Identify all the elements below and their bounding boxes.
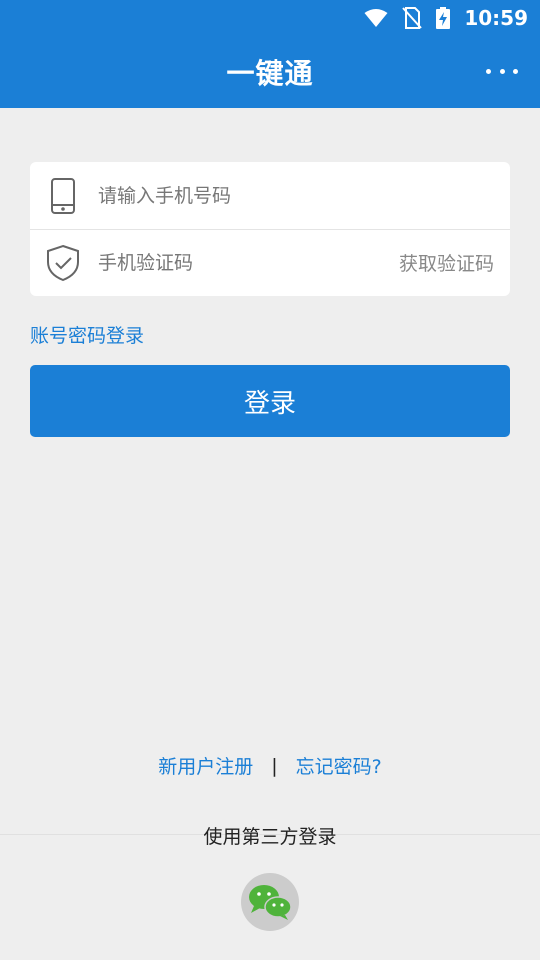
phone-icon	[30, 177, 96, 215]
register-link[interactable]: 新用户注册	[158, 752, 253, 779]
wechat-icon	[249, 885, 292, 920]
app-header: 10:59 一键通	[0, 0, 540, 108]
wechat-login-button[interactable]	[241, 873, 299, 931]
forgot-password-link[interactable]: 忘记密码?	[296, 752, 382, 779]
link-separator: |	[271, 754, 278, 777]
wifi-icon	[364, 9, 388, 27]
status-bar: 10:59	[0, 0, 540, 36]
third-party-login-label: 使用第三方登录	[203, 826, 337, 848]
login-button[interactable]: 登录	[30, 365, 510, 437]
status-time: 10:59	[464, 6, 528, 30]
phone-input[interactable]	[96, 183, 510, 208]
more-options-icon[interactable]	[486, 66, 518, 76]
verification-code-input[interactable]	[96, 250, 399, 275]
shield-check-icon	[30, 244, 96, 282]
login-form-card: 获取验证码	[30, 162, 510, 296]
get-code-button[interactable]: 获取验证码	[399, 249, 510, 276]
code-row: 获取验证码	[30, 229, 510, 296]
phone-row	[30, 162, 510, 230]
no-sim-icon	[402, 7, 423, 29]
battery-charging-icon	[436, 7, 451, 29]
page-title: 一键通	[226, 57, 314, 90]
bottom-links: 新用户注册 | 忘记密码?	[0, 752, 540, 779]
account-password-login-link[interactable]: 账号密码登录	[30, 321, 144, 348]
